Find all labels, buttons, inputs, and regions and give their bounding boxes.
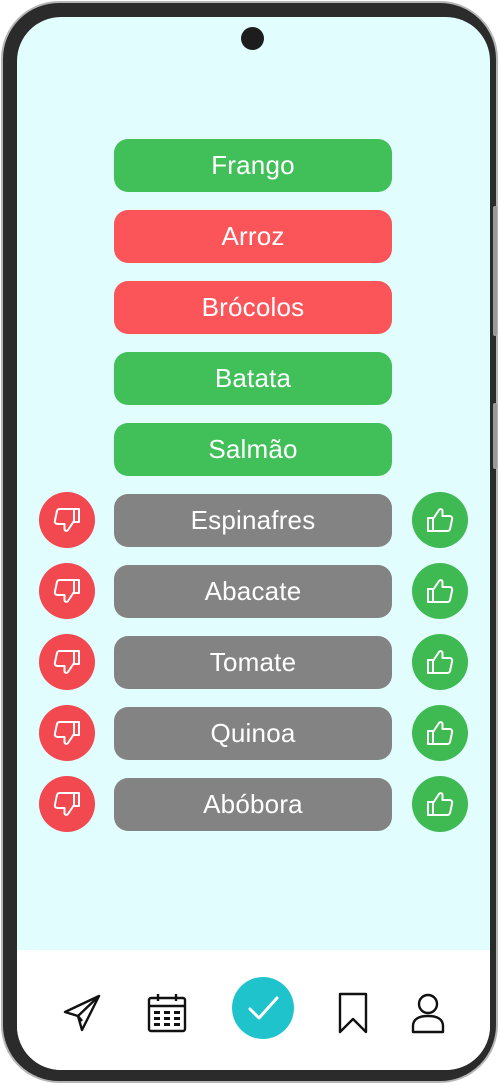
like-button[interactable] [412,705,468,761]
thumbs-down-icon [53,579,80,603]
dislike-button[interactable] [39,492,95,548]
thumbs-up-icon [427,650,454,674]
front-camera [241,27,264,50]
like-button[interactable] [412,563,468,619]
profile-tab[interactable] [405,990,451,1036]
user-icon [411,993,445,1034]
food-chip-liked[interactable]: Frango [114,139,392,192]
thumbs-down-icon [53,508,80,532]
power-button [493,403,497,469]
saved-tab[interactable] [330,990,376,1036]
paper-plane-icon [63,994,101,1032]
dislike-button[interactable] [39,563,95,619]
confirm-tab[interactable] [232,977,294,1039]
food-chip-liked[interactable]: Salmão [114,423,392,476]
dislike-button[interactable] [39,705,95,761]
like-button[interactable] [412,634,468,690]
food-chip-liked[interactable]: Batata [114,352,392,405]
food-chip-pending: Espinafres [114,494,392,547]
checkmark-icon [248,996,279,1020]
thumbs-down-icon [53,650,80,674]
food-chip-disliked[interactable]: Arroz [114,210,392,263]
food-chip-disliked[interactable]: Brócolos [114,281,392,334]
thumbs-down-icon [53,721,80,745]
food-chip-pending: Quinoa [114,707,392,760]
bookmark-icon [338,992,368,1034]
thumbs-up-icon [427,792,454,816]
food-chip-pending: Abóbora [114,778,392,831]
phone-frame: Frango Arroz Brócolos Batata Salmão Espi… [1,1,498,1083]
thumbs-up-icon [427,508,454,532]
app-screen: Frango Arroz Brócolos Batata Salmão Espi… [17,17,490,1070]
food-chip-pending: Abacate [114,565,392,618]
bottom-nav [17,950,490,1070]
food-chip-pending: Tomate [114,636,392,689]
calendar-icon [147,994,187,1033]
dislike-button[interactable] [39,634,95,690]
like-button[interactable] [412,492,468,548]
dislike-button[interactable] [39,776,95,832]
thumbs-up-icon [427,721,454,745]
calendar-tab[interactable] [144,990,190,1036]
thumbs-down-icon [53,792,80,816]
like-button[interactable] [412,776,468,832]
volume-button [493,206,497,336]
send-tab[interactable] [59,990,105,1036]
thumbs-up-icon [427,579,454,603]
